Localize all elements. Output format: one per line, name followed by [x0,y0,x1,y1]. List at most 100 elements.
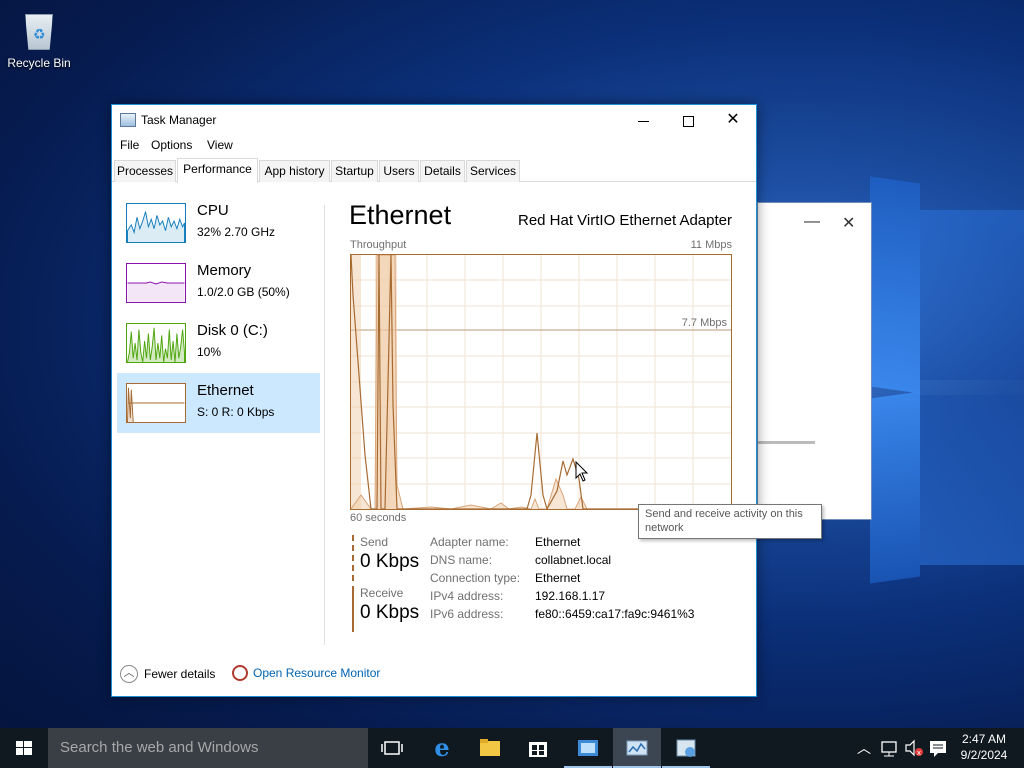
minimize-icon[interactable]: — [804,214,820,230]
system-clock[interactable]: 2:47 AM 9/2/2024 [948,731,1020,763]
task-manager-window: Task Manager ✕ File Options View Process… [111,104,822,697]
close-button[interactable]: ✕ [710,105,756,135]
tab-processes[interactable]: Processes [114,160,176,182]
store-icon [529,742,547,757]
volume-tray-button[interactable]: x [902,728,926,768]
receive-stat: Receive 0 Kbps [352,586,422,632]
network-icon [881,741,897,757]
show-hidden-icons-button[interactable]: ︿ [852,728,876,768]
cpu-sparkline [126,203,186,243]
sidebar-item-memory[interactable]: Memory 1.0/2.0 GB (50%) [117,253,320,313]
server-manager-button[interactable] [564,728,612,768]
menu-view[interactable]: View [207,138,233,152]
background-window[interactable]: — ✕ [757,202,872,520]
recycle-bin-icon: ♻ [19,8,59,52]
property-value: fe80::6459:ca17:fa9c:9461%3 [535,607,695,621]
tab-performance[interactable]: Performance [177,158,258,183]
taskbar: Search the web and Windows e ︿ x 2:47 AM… [0,728,1024,768]
adapter-name: Red Hat VirtIO Ethernet Adapter [517,212,732,229]
maximize-button[interactable] [665,105,711,135]
wallpaper-beam [870,176,920,394]
desktop-icon-recycle-bin[interactable]: ♻ Recycle Bin [6,8,72,70]
folder-icon [480,739,500,756]
page-title: Ethernet [349,200,452,230]
tab-app-history[interactable]: App history [259,160,330,182]
tab-bar: Processes Performance App history Startu… [112,158,756,183]
property-value: collabnet.local [535,553,612,567]
action-center-button[interactable] [926,728,950,768]
menu-options[interactable]: Options [151,138,192,152]
property-key: IPv6 address: [430,607,504,621]
tab-startup[interactable]: Startup [331,160,378,182]
wallpaper-beam [920,395,1024,565]
chevron-up-icon: ︿ [857,740,871,756]
property-key: Adapter name: [430,535,509,549]
server-manager-icon [578,740,598,756]
throughput-graph[interactable]: 7.7 Mbps [350,254,732,511]
send-stat: Send 0 Kbps [352,535,422,581]
background-window-titlebar[interactable]: — ✕ [758,203,871,248]
close-icon[interactable]: ✕ [842,213,855,233]
property-row: DNS name: collabnet.local [430,553,730,571]
sidebar-item-value: 32% 2.70 GHz [197,225,276,239]
wallpaper-beam [870,391,920,584]
sidebar-item-disk[interactable]: Disk 0 (C:) 10% [117,313,320,373]
svg-text:x: x [917,749,921,757]
maximize-icon [682,115,694,127]
window-title: Task Manager [141,113,217,127]
resource-monitor-icon [232,665,248,681]
throughput-label: Throughput [350,239,407,251]
task-view-button[interactable] [368,728,416,768]
edge-icon: e [434,733,450,762]
property-row: IPv6 address: fe80::6459:ca17:fa9c:9461%3 [430,607,730,625]
minimize-icon [637,120,649,122]
network-tool-icon [676,739,696,757]
open-resource-monitor-link[interactable]: Open Resource Monitor [232,665,380,681]
throughput-graph-svg: 7.7 Mbps [350,254,731,511]
sidebar-item-label: Disk 0 (C:) [197,322,268,339]
throughput-max: 11 Mbps [690,239,732,251]
tab-users[interactable]: Users [379,160,419,182]
search-box[interactable]: Search the web and Windows [48,728,368,768]
tab-details[interactable]: Details [420,160,465,182]
tab-services[interactable]: Services [466,160,520,182]
menu-bar: File Options View [112,135,756,157]
wallpaper-beam [920,210,1024,380]
sidebar-item-cpu[interactable]: CPU 32% 2.70 GHz [117,193,320,253]
network-tool-button[interactable] [662,728,710,768]
send-value: 0 Kbps [360,551,420,572]
memory-sparkline [126,263,186,303]
clock-date: 9/2/2024 [960,748,1008,762]
notification-icon [930,741,946,757]
ethernet-sparkline [126,383,186,423]
fewer-details-label: Fewer details [144,667,216,681]
sidebar-item-label: Ethernet [197,382,254,399]
property-row: Connection type: Ethernet [430,571,730,589]
sidebar-item-value: 10% [197,345,222,359]
task-manager-taskbar-button[interactable] [613,728,661,768]
file-explorer-button[interactable] [466,728,514,768]
edge-button[interactable]: e [418,728,466,768]
open-resource-monitor-label: Open Resource Monitor [253,666,381,680]
property-key: DNS name: [430,553,493,567]
property-value: Ethernet [535,571,581,585]
start-button[interactable] [0,728,48,768]
volume-muted-icon: x [905,739,923,757]
menu-file[interactable]: File [120,138,139,152]
property-key: Connection type: [430,571,521,585]
disk-sparkline [126,323,186,363]
fewer-details-button[interactable]: ︿ Fewer details [120,665,215,683]
store-button[interactable] [514,728,562,768]
gridline-label: 7.7 Mbps [682,317,728,329]
title-bar[interactable]: Task Manager ✕ [112,105,756,135]
sidebar-item-ethernet[interactable]: Ethernet S: 0 R: 0 Kbps [117,373,320,433]
send-label: Send [360,535,389,549]
property-value: 192.168.1.17 [535,589,606,603]
clock-time: 2:47 AM [961,732,1007,746]
sidebar-item-value: S: 0 R: 0 Kbps [197,405,275,419]
task-view-icon [381,741,403,755]
minimize-button[interactable] [620,105,666,135]
network-tray-button[interactable] [878,728,902,768]
background-window-slider[interactable] [758,441,815,444]
property-value: Ethernet [535,535,581,549]
